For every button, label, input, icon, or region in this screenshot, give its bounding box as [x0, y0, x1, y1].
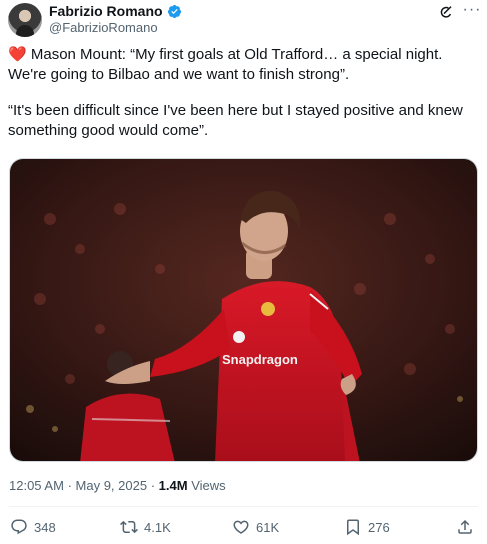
red-heart-emoji: ❤️: [8, 46, 27, 63]
action-bar: 348 4.1K 61K 276: [0, 512, 487, 542]
photo-illustration: Snapdragon: [10, 159, 477, 461]
reply-count: 348: [34, 519, 56, 535]
tweet-meta: 12:05 AM · May 9, 2025 · 1.4M Views: [9, 478, 226, 493]
views-label: Views: [191, 478, 226, 493]
grok-icon[interactable]: [438, 4, 454, 20]
like-count: 61K: [256, 519, 280, 535]
views-count: 1.4M: [158, 478, 188, 493]
repost-button[interactable]: 4.1K: [120, 512, 171, 542]
verified-badge-icon: [167, 4, 181, 18]
reply-button[interactable]: 348: [10, 512, 56, 542]
share-button[interactable]: [456, 512, 474, 542]
avatar[interactable]: [8, 3, 42, 37]
repost-count: 4.1K: [144, 519, 171, 535]
share-icon: [458, 519, 472, 534]
author-name-row[interactable]: Fabrizio Romano: [49, 3, 182, 19]
bookmark-count: 276: [368, 519, 390, 535]
meta-separator: ·: [67, 478, 72, 493]
tweet-time[interactable]: 12:05 AM: [9, 478, 64, 493]
heart-icon: [233, 520, 249, 534]
author-display-name[interactable]: Fabrizio Romano: [49, 3, 163, 19]
bookmark-button[interactable]: 276: [344, 512, 390, 542]
author-handle[interactable]: @FabrizioRomano: [49, 20, 158, 35]
divider: [9, 506, 478, 507]
like-button[interactable]: 61K: [232, 512, 279, 542]
tweet-date[interactable]: May 9, 2025: [76, 478, 148, 493]
reply-icon: [11, 519, 27, 535]
repost-icon: [120, 520, 138, 534]
tweet-photo[interactable]: Snapdragon: [9, 158, 478, 462]
tweet-paragraph-2: “It's been difficult since I've been her…: [8, 102, 463, 139]
tweet-paragraph-1: ❤️ Mason Mount: “My first goals at Old T…: [8, 45, 480, 85]
tweet-line-1: Mason Mount: “My first goals at Old Traf…: [8, 46, 443, 83]
meta-separator-2: ·: [150, 478, 156, 493]
bookmark-icon: [347, 519, 359, 536]
more-options-icon[interactable]: ···: [462, 2, 482, 22]
tweet-text: ❤️ Mason Mount: “My first goals at Old T…: [8, 45, 480, 141]
tweet-header: Fabrizio Romano @FabrizioRomano ···: [0, 0, 487, 44]
